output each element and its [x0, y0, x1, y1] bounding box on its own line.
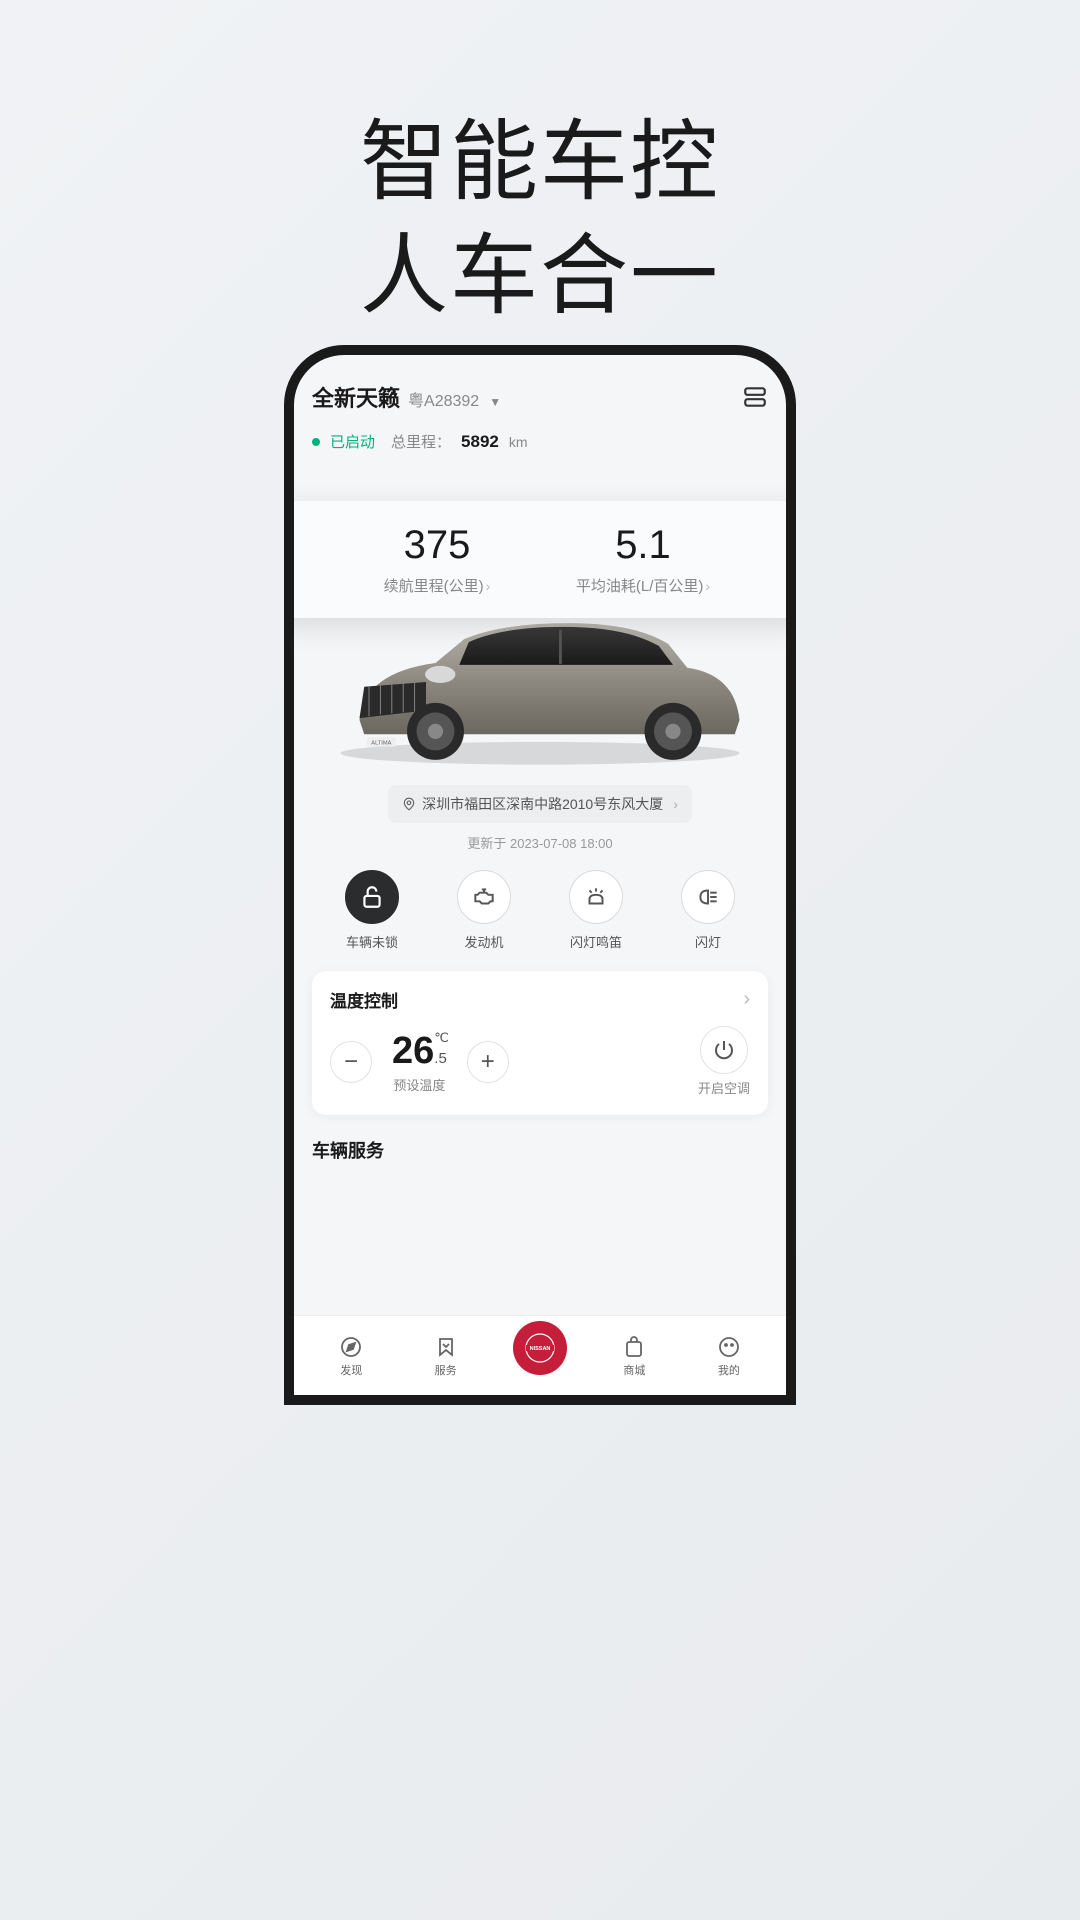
temp-unit: ℃: [434, 1030, 449, 1046]
flash-horn-action[interactable]: 闪灯鸣笛: [540, 870, 652, 951]
nav-service-label: 服务: [398, 1362, 492, 1378]
flash-action[interactable]: 闪灯: [652, 870, 764, 951]
status-row: 已启动 总里程： 5892 km: [312, 431, 768, 452]
chevron-down-icon: ▼: [489, 395, 501, 409]
chevron-right-icon: ›: [486, 578, 491, 594]
ac-label: 开启空调: [698, 1078, 750, 1097]
chevron-right-icon[interactable]: ›: [743, 988, 750, 1011]
nav-mine[interactable]: 我的: [682, 1334, 776, 1378]
flash-label: 闪灯: [652, 932, 764, 951]
svg-text:NISSAN: NISSAN: [530, 1346, 551, 1352]
chevron-right-icon: ›: [705, 578, 710, 594]
temperature-title: 温度控制: [330, 987, 398, 1012]
engine-label: 发动机: [428, 932, 540, 951]
svg-text:ALTIMA: ALTIMA: [371, 741, 391, 747]
flash-horn-label: 闪灯鸣笛: [540, 932, 652, 951]
stats-card: 375 续航里程(公里) › 5.1 平均油耗(L/百公里) ›: [294, 501, 786, 618]
nav-discover[interactable]: 发现: [304, 1334, 398, 1378]
temp-plus-button[interactable]: +: [467, 1041, 509, 1083]
lock-action[interactable]: 车辆未锁: [316, 870, 428, 951]
promo-line-1: 智能车控: [0, 105, 1080, 219]
temp-value-main: 26: [392, 1030, 434, 1073]
bookmark-icon: [433, 1334, 459, 1360]
power-icon: [700, 1026, 748, 1074]
lock-label: 车辆未锁: [316, 932, 428, 951]
flash-horn-icon: [569, 870, 623, 924]
mileage-unit: km: [509, 434, 528, 450]
unlock-icon: [345, 870, 399, 924]
bottom-nav: 发现 服务 NISSAN: [294, 1315, 786, 1395]
car-selector[interactable]: 全新天籁 粤A28392 ▼: [312, 381, 501, 413]
services-title: 车辆服务: [312, 1137, 768, 1163]
temp-minus-button[interactable]: −: [330, 1041, 372, 1083]
location-address: 深圳市福田区深南中路2010号东风大厦: [422, 794, 663, 814]
quick-actions: 车辆未锁 发动机: [312, 870, 768, 951]
ac-toggle[interactable]: 开启空调: [698, 1026, 750, 1097]
phone-frame: 全新天籁 粤A28392 ▼ 已启动 总里程： 589: [284, 345, 796, 1405]
shopping-bag-icon: [621, 1334, 647, 1360]
nav-service[interactable]: 服务: [398, 1334, 492, 1378]
nissan-logo-icon: NISSAN: [513, 1321, 567, 1375]
location-pill[interactable]: 深圳市福田区深南中路2010号东风大厦 ›: [388, 785, 692, 823]
status-dot-icon: [312, 438, 320, 446]
nav-mine-label: 我的: [682, 1362, 776, 1378]
phone-screen: 全新天籁 粤A28392 ▼ 已启动 总里程： 589: [294, 355, 786, 1395]
fuel-stat[interactable]: 5.1 平均油耗(L/百公里) ›: [540, 523, 746, 596]
range-stat[interactable]: 375 续航里程(公里) ›: [334, 523, 540, 596]
promo-title: 智能车控 人车合一: [0, 0, 1080, 334]
range-label: 续航里程(公里) ›: [384, 575, 491, 596]
compass-icon: [338, 1334, 364, 1360]
car-name: 全新天籁: [312, 381, 400, 413]
engine-icon: [457, 870, 511, 924]
temp-caption: 预设温度: [392, 1075, 447, 1094]
car-plate: 粤A28392: [408, 387, 479, 411]
temperature-card: 温度控制 › − 26 ℃ .5: [312, 971, 768, 1115]
temp-display: 26 ℃ .5 预设温度: [392, 1030, 447, 1094]
fuel-label: 平均油耗(L/百公里) ›: [576, 575, 710, 596]
face-icon: [716, 1334, 742, 1360]
engine-action[interactable]: 发动机: [428, 870, 540, 951]
range-value: 375: [334, 523, 540, 567]
fuel-value: 5.1: [540, 523, 746, 567]
chevron-right-icon: ›: [673, 796, 678, 812]
car-header: 全新天籁 粤A28392 ▼: [312, 381, 768, 413]
nav-shop-label: 商城: [587, 1362, 681, 1378]
layout-toggle-icon[interactable]: [742, 384, 768, 410]
temp-value-sub: .5: [434, 1050, 447, 1067]
headlight-icon: [681, 870, 735, 924]
status-text: 已启动: [330, 431, 375, 452]
nav-center[interactable]: NISSAN: [493, 1329, 587, 1383]
promo-line-2: 人车合一: [0, 219, 1080, 333]
nav-shop[interactable]: 商城: [587, 1334, 681, 1378]
location-pin-icon: [402, 797, 416, 811]
update-time: 更新于 2023-07-08 18:00: [312, 833, 768, 852]
mileage-value: 5892: [461, 432, 499, 452]
mileage-label: 总里程：: [391, 431, 451, 452]
nav-discover-label: 发现: [304, 1362, 398, 1378]
car-image: ALTIMA: [312, 592, 768, 777]
